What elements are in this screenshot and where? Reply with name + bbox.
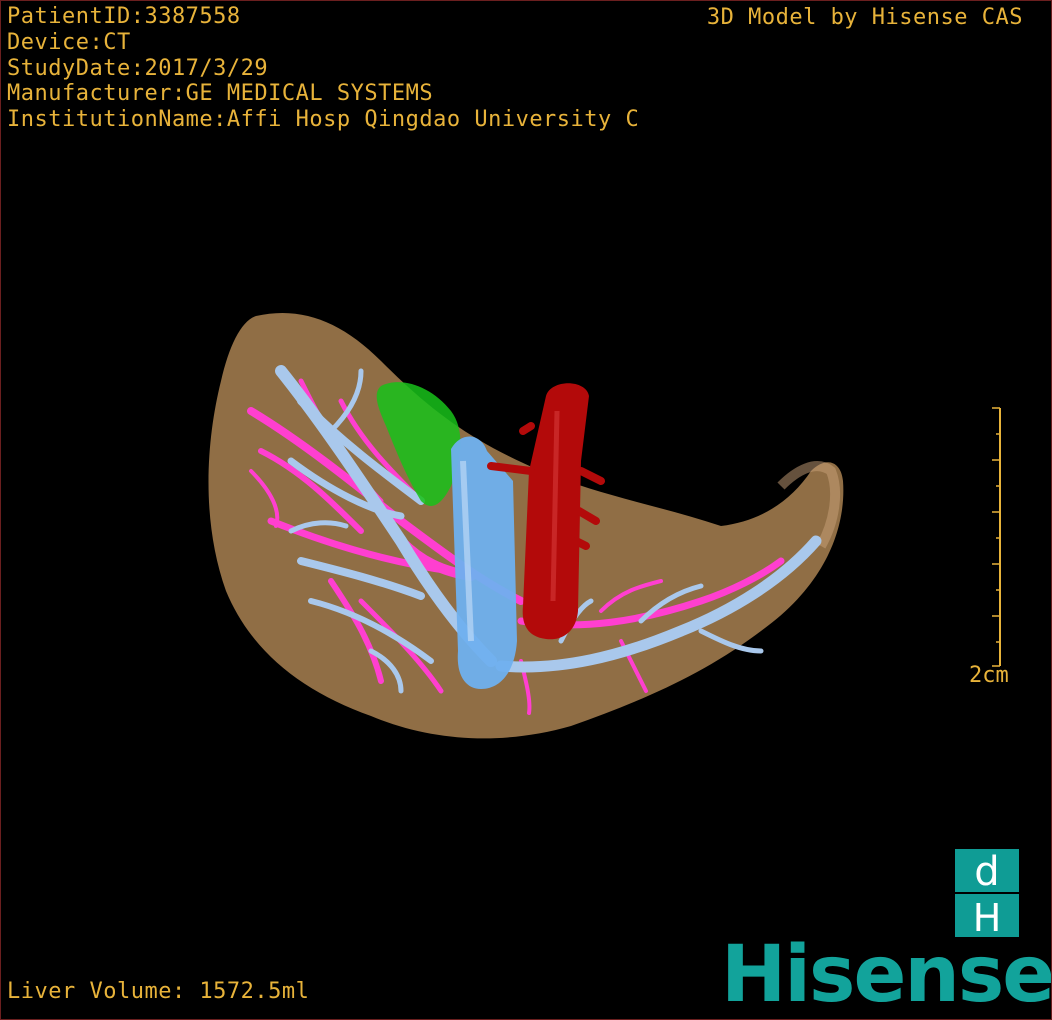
hisense-logo-wordmark: Hisense bbox=[721, 930, 1052, 1020]
scale-label: 2cm bbox=[969, 663, 1009, 688]
liver-volume-label: Liver Volume: 1572.5ml bbox=[7, 979, 310, 1004]
3d-viewport[interactable]: PatientID:3387558 Device:CT StudyDate:20… bbox=[0, 0, 1052, 1020]
scale-bar bbox=[992, 407, 1001, 667]
svg-text:d: d bbox=[974, 849, 999, 895]
liver-3d-model[interactable] bbox=[1, 1, 1051, 1019]
hisense-logo-mark: d H bbox=[955, 849, 1019, 940]
